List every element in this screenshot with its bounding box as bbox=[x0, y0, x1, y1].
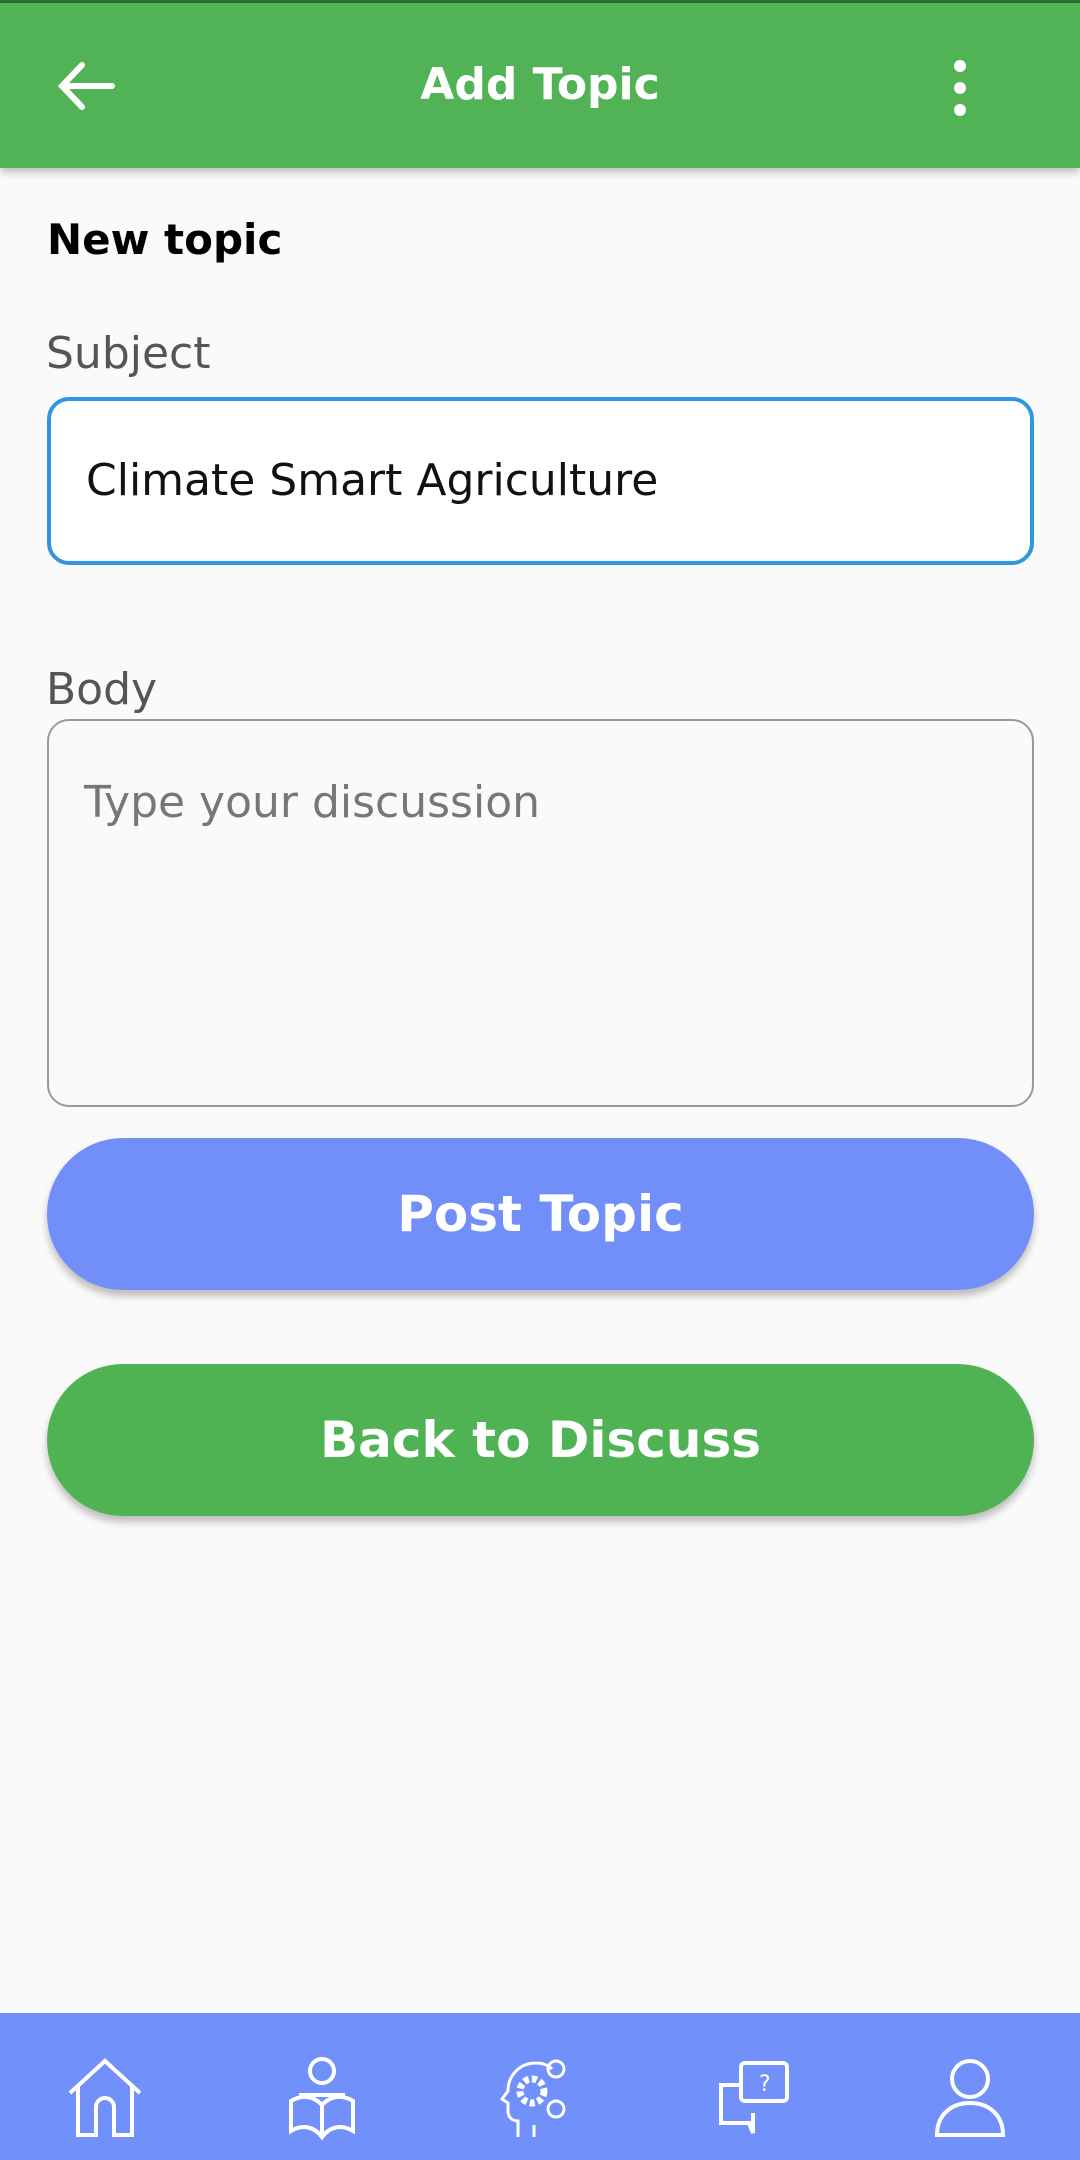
subject-label: Subject bbox=[46, 328, 211, 379]
subject-input[interactable]: Climate Smart Agriculture bbox=[47, 397, 1034, 565]
svg-text:?: ? bbox=[759, 2072, 771, 2097]
profile-icon[interactable] bbox=[927, 2055, 1013, 2141]
back-to-discuss-button[interactable]: Back to Discuss bbox=[47, 1364, 1034, 1516]
more-vertical-icon[interactable] bbox=[940, 58, 980, 118]
page-title: Add Topic bbox=[420, 59, 660, 110]
home-icon[interactable] bbox=[62, 2055, 148, 2141]
reader-icon[interactable] bbox=[279, 2055, 365, 2141]
brain-gears-icon[interactable] bbox=[494, 2055, 580, 2141]
post-topic-button[interactable]: Post Topic bbox=[47, 1138, 1034, 1290]
section-heading: New topic bbox=[47, 215, 283, 264]
question-chat-icon[interactable]: ? bbox=[711, 2055, 797, 2141]
body-label: Body bbox=[46, 664, 158, 715]
app-bar: Add Topic bbox=[0, 0, 1080, 168]
bottom-nav: ? bbox=[0, 2013, 1080, 2160]
body-textarea[interactable]: Type your discussion bbox=[47, 719, 1034, 1107]
